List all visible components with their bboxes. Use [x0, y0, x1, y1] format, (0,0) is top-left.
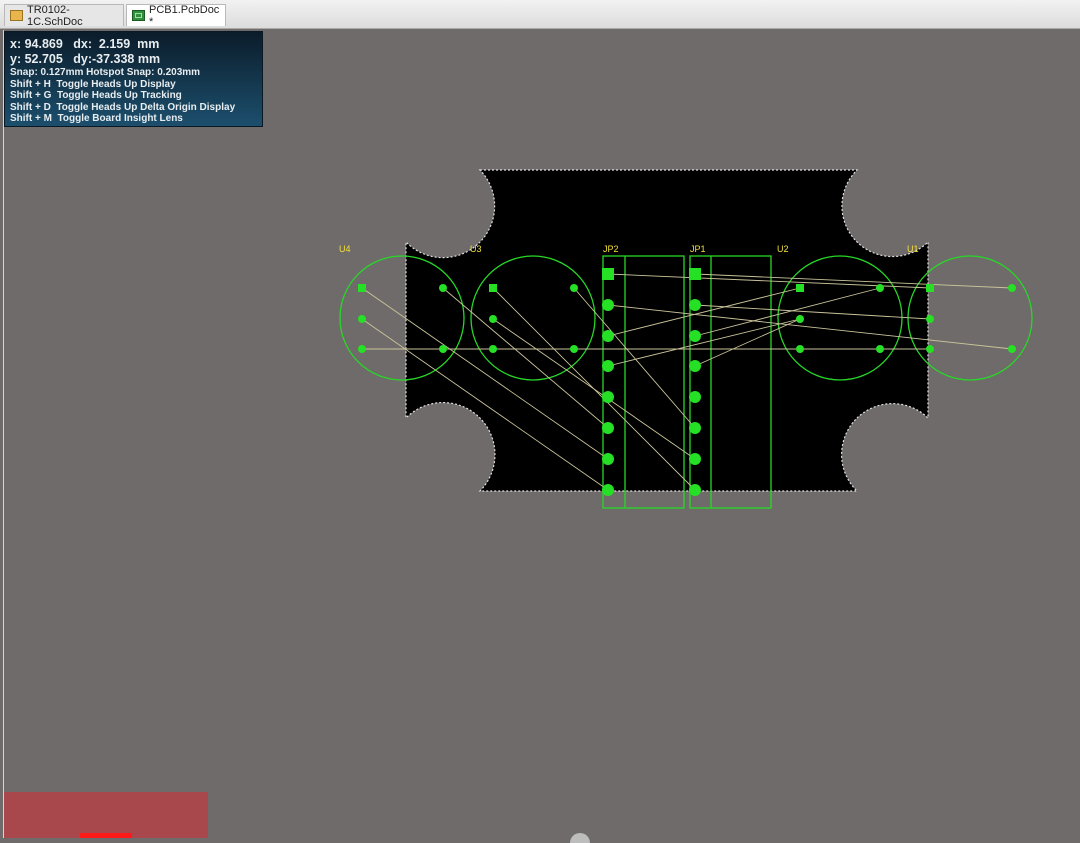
red-marker [80, 833, 132, 838]
jp1-pad[interactable] [689, 453, 701, 465]
jp1-pad[interactable] [689, 330, 701, 342]
jp1-pad[interactable] [689, 299, 701, 311]
u2-pad[interactable] [876, 345, 884, 353]
jp1-pad[interactable] [689, 391, 701, 403]
u4-pad[interactable] [358, 345, 366, 353]
hud-x-readout: x: 94.869 dx: 2.159 mm [10, 37, 160, 51]
u2-pad[interactable] [796, 345, 804, 353]
jp2-pad[interactable] [602, 422, 614, 434]
u2-pad[interactable] [796, 315, 804, 323]
u2-designator[interactable]: U2 [777, 244, 789, 254]
jp2-pad[interactable] [602, 453, 614, 465]
u2-pad-1[interactable] [796, 284, 804, 292]
red-panel [4, 792, 208, 838]
jp2-pad[interactable] [602, 484, 614, 496]
hud-shortcut-h: Shift + H Toggle Heads Up Display [10, 78, 176, 90]
hud-shortcut-g: Shift + G Toggle Heads Up Tracking [10, 90, 182, 101]
u1-pad[interactable] [1008, 345, 1016, 353]
heads-up-display: x: 94.869 dx: 2.159 mm y: 52.705 dy:-37.… [4, 31, 263, 127]
jp1-designator[interactable]: JP1 [690, 244, 706, 254]
u4-pad[interactable] [439, 345, 447, 353]
jp1-pad[interactable] [689, 484, 701, 496]
u1-pad[interactable] [926, 315, 934, 323]
jp2-pad-1[interactable] [602, 268, 614, 280]
u1-pad-1[interactable] [926, 284, 934, 292]
u3-pad-1[interactable] [489, 284, 497, 292]
u1-pad[interactable] [1008, 284, 1016, 292]
hud-shortcut-d: Shift + D Toggle Heads Up Delta Origin D… [10, 101, 236, 113]
jp2-pad[interactable] [602, 299, 614, 311]
u3-designator[interactable]: U3 [470, 244, 482, 254]
jp1-pad[interactable] [689, 360, 701, 372]
u3-pad[interactable] [570, 345, 578, 353]
board-outline [405, 169, 929, 492]
u4-designator[interactable]: U4 [339, 244, 351, 254]
u2-pad[interactable] [876, 284, 884, 292]
u4-pad-1[interactable] [358, 284, 366, 292]
jp2-designator[interactable]: JP2 [603, 244, 619, 254]
u3-pad[interactable] [489, 345, 497, 353]
u1-pad[interactable] [926, 345, 934, 353]
u3-pad[interactable] [489, 315, 497, 323]
jp1-pad[interactable] [689, 422, 701, 434]
jp2-pad[interactable] [602, 391, 614, 403]
jp2-pad[interactable] [602, 360, 614, 372]
hud-y-readout: y: 52.705 dy:-37.338 mm [10, 52, 161, 66]
u1-designator[interactable]: U1 [907, 244, 919, 254]
hud-snap-info: Snap: 0.127mm Hotspot Snap: 0.203mm [10, 67, 201, 78]
u4-pad[interactable] [358, 315, 366, 323]
jp1-pad-1[interactable] [689, 268, 701, 280]
u3-pad[interactable] [570, 284, 578, 292]
hud-shortcut-m: Shift + M Toggle Board Insight Lens [10, 113, 183, 124]
u4-pad[interactable] [439, 284, 447, 292]
jp2-pad[interactable] [602, 330, 614, 342]
